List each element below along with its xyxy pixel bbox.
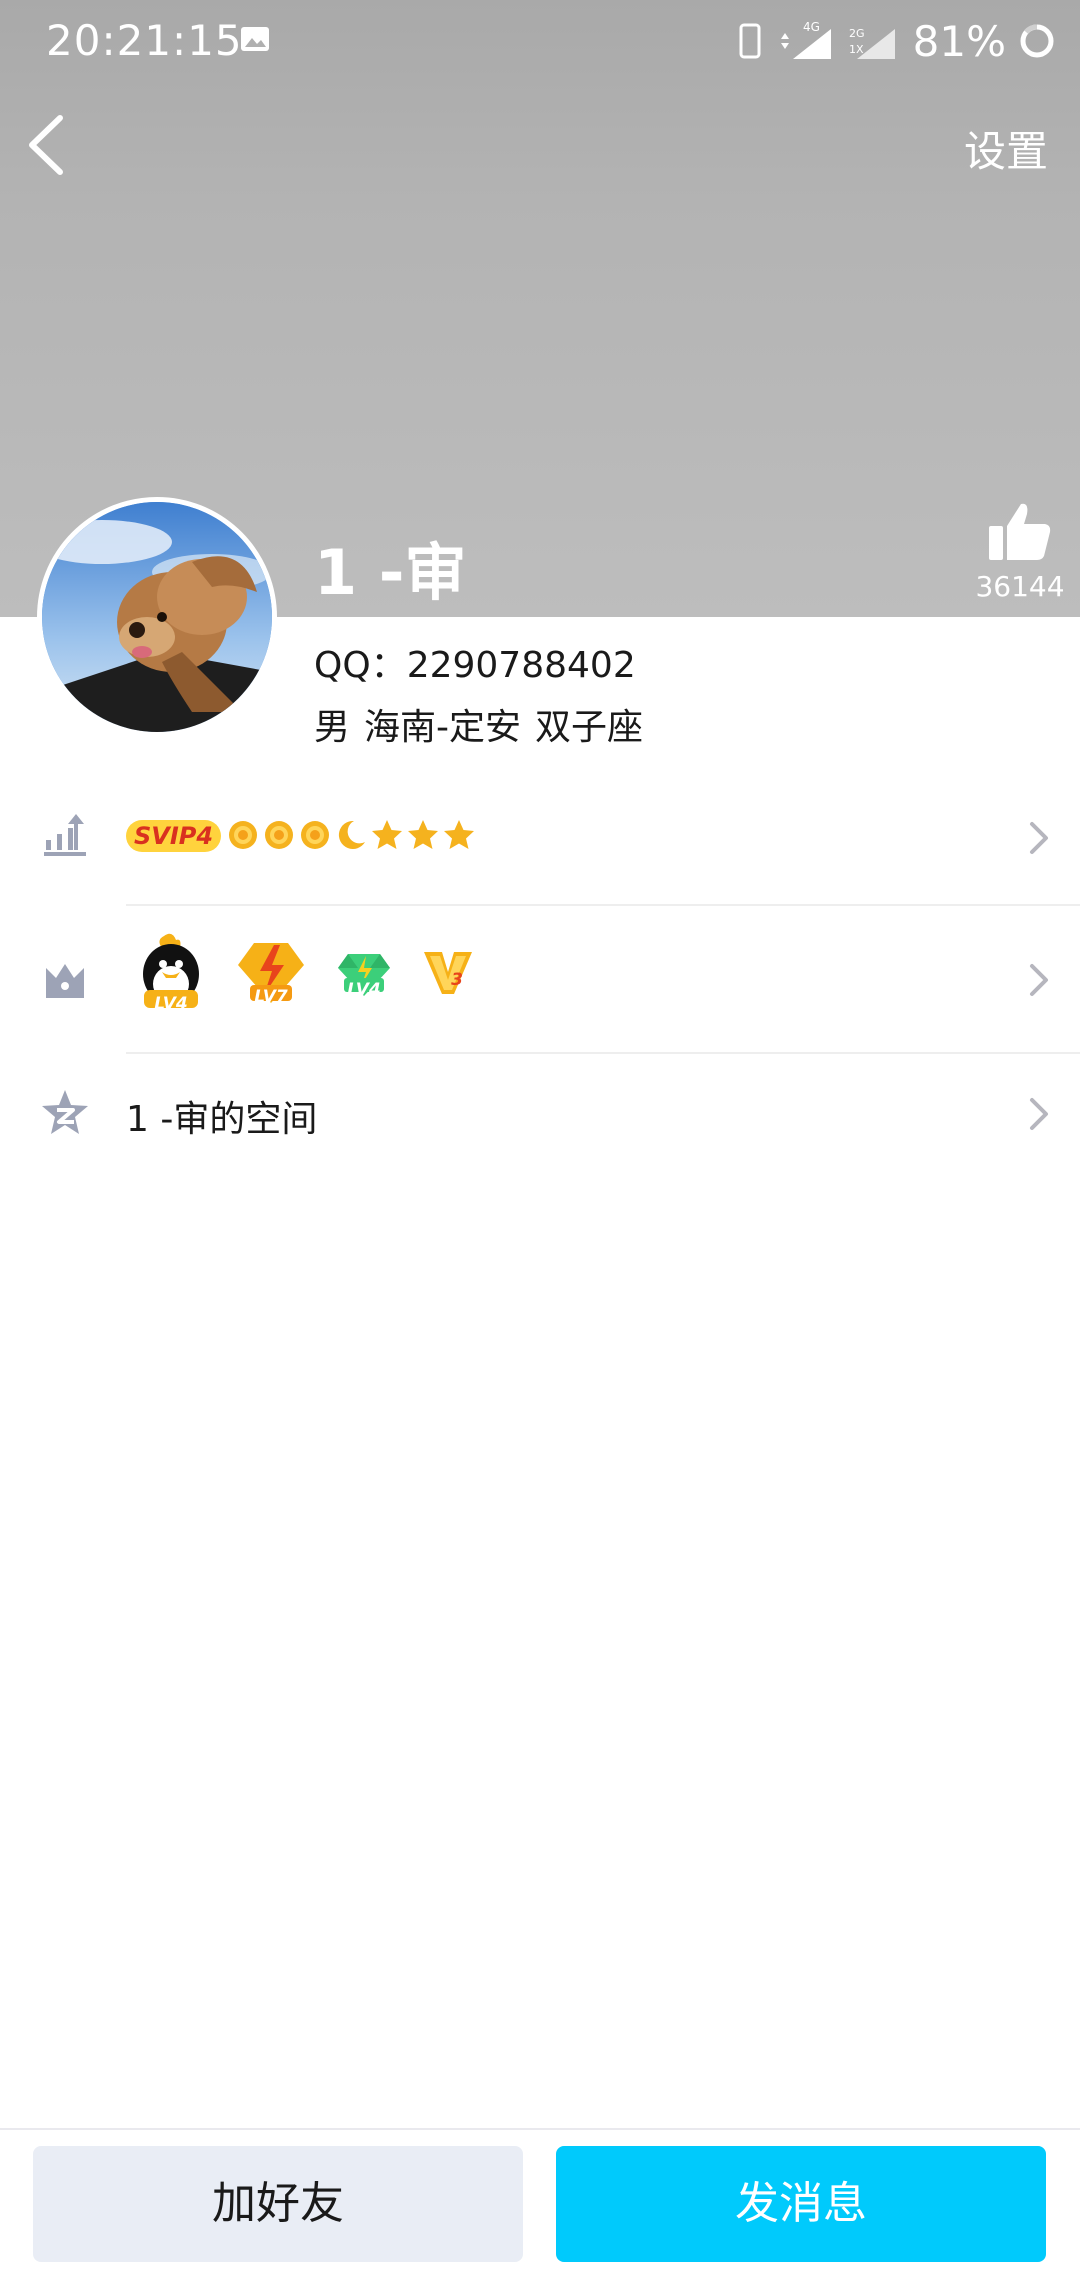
- zone-star-icon: [42, 1090, 88, 1134]
- zodiac: 双子座: [535, 707, 644, 748]
- vip-level-row[interactable]: SVIP4: [0, 770, 1080, 906]
- star-icon: [444, 820, 474, 849]
- signal-2-icon: 2G 1X: [849, 27, 895, 59]
- chevron-right-icon: [1030, 964, 1048, 996]
- moon-icon: [338, 820, 365, 849]
- badge-level-label: LV7: [254, 987, 288, 1007]
- badge-list: LV4 LV7 LV4 3: [136, 930, 504, 1018]
- chevron-right-icon: [1030, 822, 1048, 854]
- network-1-label: 4G: [803, 21, 820, 34]
- sun-icon: [229, 821, 257, 849]
- sun-icon: [301, 821, 329, 849]
- location: 海南-定安: [364, 707, 522, 748]
- star-icon: [408, 820, 438, 849]
- status-time: 20:21:15: [46, 16, 243, 65]
- crown-icon: [46, 964, 84, 998]
- sun-icon: [265, 821, 293, 849]
- like-count: 36144: [975, 570, 1065, 603]
- badge-level-label: LV4: [154, 994, 188, 1014]
- diamond-badge[interactable]: LV4: [336, 944, 392, 1004]
- settings-button[interactable]: 设置: [964, 118, 1048, 179]
- basic-info-line: 男海南-定安 双子座: [314, 698, 657, 750]
- battery-ring-icon: [1020, 24, 1054, 58]
- chevron-right-icon: [1030, 1098, 1048, 1130]
- avatar[interactable]: [37, 497, 277, 737]
- qq-number: 2290788402: [406, 645, 636, 686]
- rank-chart-icon: [44, 814, 86, 856]
- avatar-dog-image: [42, 502, 272, 732]
- status-indicators: 4G 2G 1X 81%: [727, 14, 1056, 68]
- profile-page: 20:21:15 4G 2G 1X 81% 设置 1 -审 36144 QQ：2…: [0, 0, 1080, 2280]
- v-badge[interactable]: 3: [420, 944, 476, 1004]
- nickname: 1 -审: [314, 536, 467, 609]
- battery-percent: 81%: [912, 16, 1006, 66]
- qzone-label: 1 -审的空间: [126, 1099, 318, 1140]
- phone-icon: [739, 23, 761, 59]
- status-bar: 20:21:15 4G 2G 1X 81%: [0, 0, 1080, 80]
- level-icons: [226, 818, 478, 852]
- svip-badge: SVIP4: [126, 820, 222, 852]
- thumbs-up-icon: [989, 503, 1051, 560]
- qq-penguin-badge[interactable]: LV4: [136, 930, 206, 1018]
- send-message-button[interactable]: 发消息: [556, 2146, 1046, 2262]
- bottom-action-bar: 加好友 发消息: [0, 2128, 1080, 2280]
- qq-number-line: QQ：2290788402: [314, 636, 636, 688]
- like-button[interactable]: 36144: [970, 500, 1070, 603]
- qq-label: QQ：: [314, 645, 407, 686]
- badges-row[interactable]: LV4 LV7 LV4 3: [0, 906, 1080, 1054]
- badge-level-label: 3: [451, 970, 463, 990]
- add-friend-button[interactable]: 加好友: [33, 2146, 523, 2262]
- signal-icon: 4G: [780, 21, 831, 59]
- gender: 男: [314, 707, 351, 748]
- back-chevron-icon[interactable]: [22, 112, 70, 178]
- star-icon: [372, 820, 402, 849]
- network-2-top-label: 2G: [849, 27, 865, 40]
- badge-level-label: LV4: [347, 980, 381, 1000]
- gallery-notification-icon: [241, 27, 269, 51]
- lightning-badge[interactable]: LV7: [234, 937, 308, 1011]
- network-2-bottom-label: 1X: [849, 43, 864, 56]
- qzone-row[interactable]: 1 -审的空间: [0, 1054, 1080, 1190]
